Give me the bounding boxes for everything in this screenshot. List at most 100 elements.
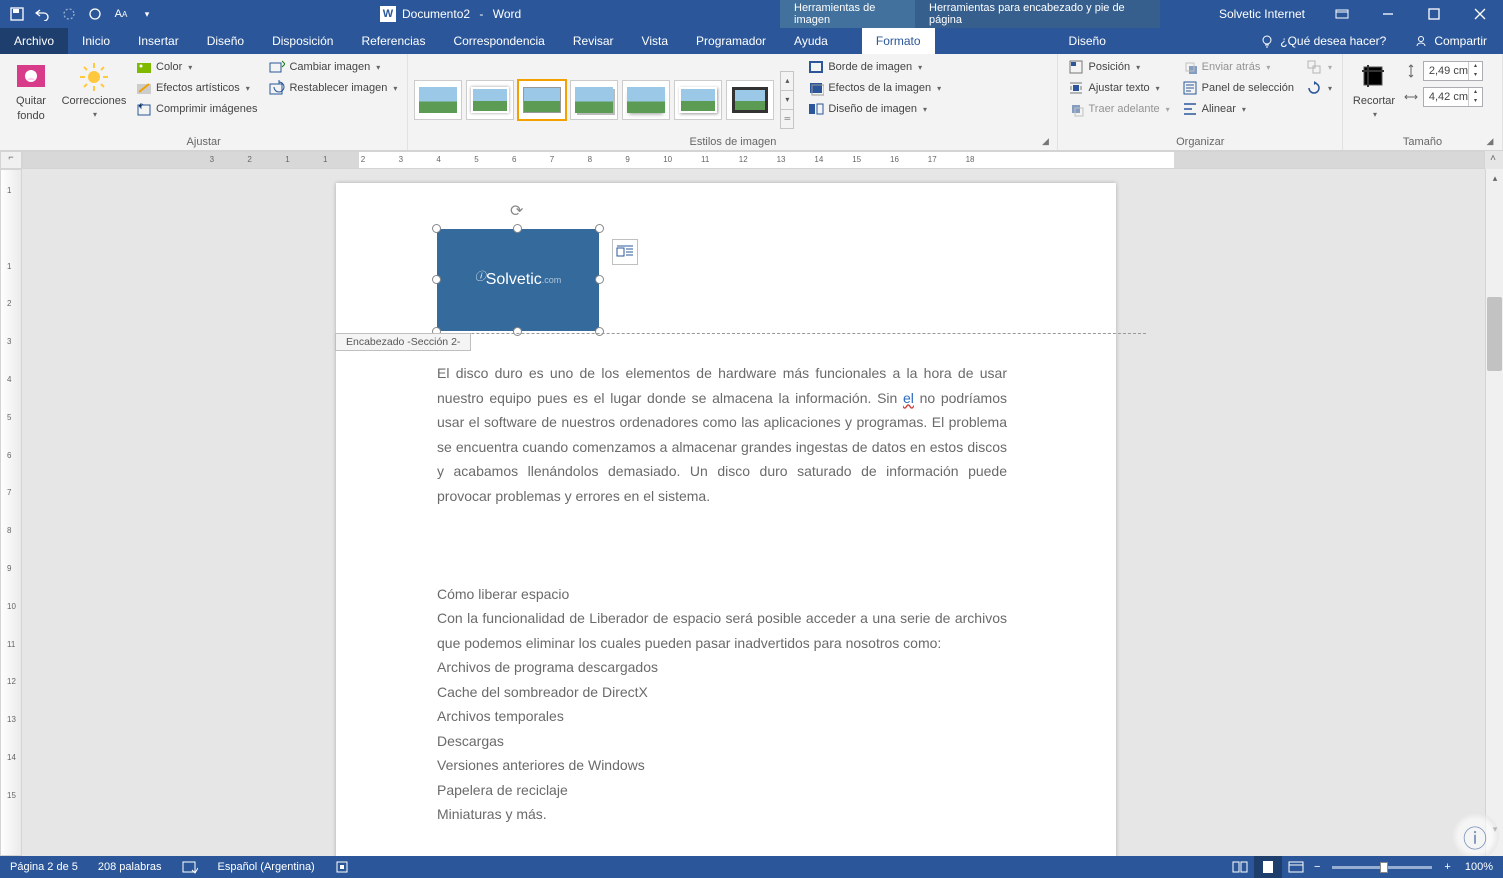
qat-customize-button[interactable]: ▾: [136, 3, 158, 25]
picture-effects-button[interactable]: Efectos de la imagen▾: [804, 78, 945, 98]
height-input[interactable]: 2,49 cm▴▾: [1423, 61, 1483, 81]
rotate-button[interactable]: ▾: [1302, 78, 1336, 98]
ruler-vertical[interactable]: 1123456789101112131415: [0, 169, 22, 856]
rotate-handle[interactable]: ⟳: [510, 201, 526, 217]
context-tab-header-footer-tools[interactable]: Herramientas para encabezado y pie de pá…: [915, 0, 1160, 28]
resize-handle[interactable]: [432, 275, 441, 284]
style-thumb-3[interactable]: [518, 80, 566, 120]
status-language[interactable]: Español (Argentina): [208, 861, 325, 873]
resize-handle[interactable]: [432, 224, 441, 233]
resize-handle[interactable]: [513, 327, 522, 336]
redo-button[interactable]: [58, 3, 80, 25]
resize-handle[interactable]: [595, 327, 604, 336]
gallery-more-button[interactable]: ═: [781, 110, 793, 128]
gallery-up-button[interactable]: ▴: [781, 72, 793, 91]
change-image-button[interactable]: Cambiar imagen▾: [265, 57, 401, 77]
align-button[interactable]: Alinear▾: [1178, 99, 1298, 119]
style-thumb-4[interactable]: [570, 80, 618, 120]
crop-icon: [1358, 61, 1390, 93]
scroll-thumb[interactable]: [1487, 297, 1502, 371]
status-words[interactable]: 208 palabras: [88, 861, 172, 873]
zoom-level[interactable]: 100%: [1455, 861, 1503, 873]
resize-handle[interactable]: [595, 275, 604, 284]
tab-insert[interactable]: Insertar: [124, 28, 193, 54]
tab-mailings[interactable]: Correspondencia: [439, 28, 558, 54]
status-macro-icon[interactable]: [325, 860, 359, 874]
view-web-layout[interactable]: [1282, 856, 1310, 878]
remove-background-button[interactable]: Quitar fondo: [6, 57, 56, 134]
text-icon[interactable]: AA: [110, 3, 132, 25]
style-thumb-2[interactable]: [466, 80, 514, 120]
status-spell-icon[interactable]: [172, 860, 208, 874]
border-icon: [808, 59, 824, 75]
tab-view[interactable]: Vista: [628, 28, 682, 54]
tab-format[interactable]: Formato: [862, 28, 935, 54]
picture-layout-button[interactable]: Diseño de imagen▾: [804, 99, 945, 119]
resize-handle[interactable]: [513, 224, 522, 233]
compress-button[interactable]: Comprimir imágenes: [132, 99, 261, 119]
style-thumb-1[interactable]: [414, 80, 462, 120]
close-button[interactable]: [1457, 0, 1503, 28]
user-name[interactable]: Solvetic Internet: [1205, 7, 1319, 21]
circle-icon[interactable]: [84, 3, 106, 25]
selected-image[interactable]: ⟳ ⓘSolvetic.com: [437, 229, 599, 331]
tab-home[interactable]: Inicio: [68, 28, 124, 54]
zoom-out-button[interactable]: −: [1310, 861, 1324, 873]
tab-review[interactable]: Revisar: [559, 28, 628, 54]
position-button[interactable]: Posición▾: [1064, 57, 1173, 77]
tab-developer[interactable]: Programador: [682, 28, 780, 54]
dialog-launcher-size[interactable]: ◢: [1484, 136, 1496, 148]
width-input[interactable]: 4,42 cm▴▾: [1423, 87, 1483, 107]
status-page[interactable]: Página 2 de 5: [0, 861, 88, 873]
send-backward-button[interactable]: Enviar atrás▾: [1178, 57, 1298, 77]
title-text: W Documento2 - Word: [380, 6, 521, 22]
minimize-button[interactable]: [1365, 0, 1411, 28]
zoom-thumb[interactable]: [1380, 862, 1388, 873]
save-button[interactable]: [6, 3, 28, 25]
resize-handle[interactable]: [595, 224, 604, 233]
zoom-in-button[interactable]: +: [1440, 861, 1454, 873]
ribbon-display-button[interactable]: [1319, 0, 1365, 28]
style-thumb-5[interactable]: [622, 80, 670, 120]
share-button[interactable]: Compartir: [1398, 34, 1503, 48]
tab-hf-design[interactable]: Diseño: [1055, 28, 1120, 54]
style-thumb-6[interactable]: [674, 80, 722, 120]
vertical-scrollbar[interactable]: ▴ ▾: [1485, 169, 1503, 856]
group-button[interactable]: ▾: [1302, 57, 1336, 77]
wrap-text-button[interactable]: Ajustar texto▾: [1064, 78, 1173, 98]
view-print-layout[interactable]: [1254, 856, 1282, 878]
tab-references[interactable]: Referencias: [347, 28, 439, 54]
crop-button[interactable]: Recortar▾: [1349, 57, 1399, 134]
tab-file[interactable]: Archivo: [0, 28, 68, 54]
corrections-button[interactable]: Correcciones ▾: [60, 57, 128, 134]
zoom-slider[interactable]: [1332, 866, 1432, 869]
compress-icon: [136, 101, 152, 117]
tell-me-input[interactable]: ¿Qué desea hacer?: [1248, 34, 1398, 48]
tab-design[interactable]: Diseño: [193, 28, 258, 54]
header-section-tag[interactable]: Encabezado -Sección 2-: [335, 333, 471, 351]
tab-layout[interactable]: Disposición: [258, 28, 347, 54]
ruler-horizontal[interactable]: 321123456789101112131415161718: [22, 151, 1485, 169]
group-label-size: Tamaño◢: [1349, 134, 1496, 150]
selection-pane-button[interactable]: Panel de selección: [1178, 78, 1298, 98]
bring-forward-button[interactable]: Traer adelante▾: [1064, 99, 1173, 119]
artistic-effects-button[interactable]: Efectos artísticos▾: [132, 78, 261, 98]
view-read-mode[interactable]: [1226, 856, 1254, 878]
tab-help[interactable]: Ayuda: [780, 28, 842, 54]
style-thumb-7[interactable]: [726, 80, 774, 120]
reset-image-button[interactable]: Restablecer imagen▾: [265, 78, 401, 98]
style-gallery: ▴ ▾ ═: [414, 57, 794, 134]
maximize-button[interactable]: [1411, 0, 1457, 28]
undo-button[interactable]: [32, 3, 54, 25]
document-body-text[interactable]: El disco duro es uno de los elementos de…: [437, 361, 1007, 827]
dialog-launcher-styles[interactable]: ◢: [1039, 136, 1051, 148]
ruler-corner[interactable]: ⌐: [0, 151, 22, 169]
color-button[interactable]: Color▾: [132, 57, 261, 77]
scroll-up-button[interactable]: ▴: [1486, 169, 1503, 187]
rotate-icon: [1306, 80, 1322, 96]
layout-options-button[interactable]: [612, 239, 638, 265]
gallery-down-button[interactable]: ▾: [781, 91, 793, 110]
picture-border-button[interactable]: Borde de imagen▾: [804, 57, 945, 77]
document-canvas[interactable]: ⟳ ⓘSolvetic.com Encabezado -Sección 2- E…: [22, 169, 1485, 856]
context-tab-image-tools[interactable]: Herramientas de imagen: [780, 0, 915, 28]
